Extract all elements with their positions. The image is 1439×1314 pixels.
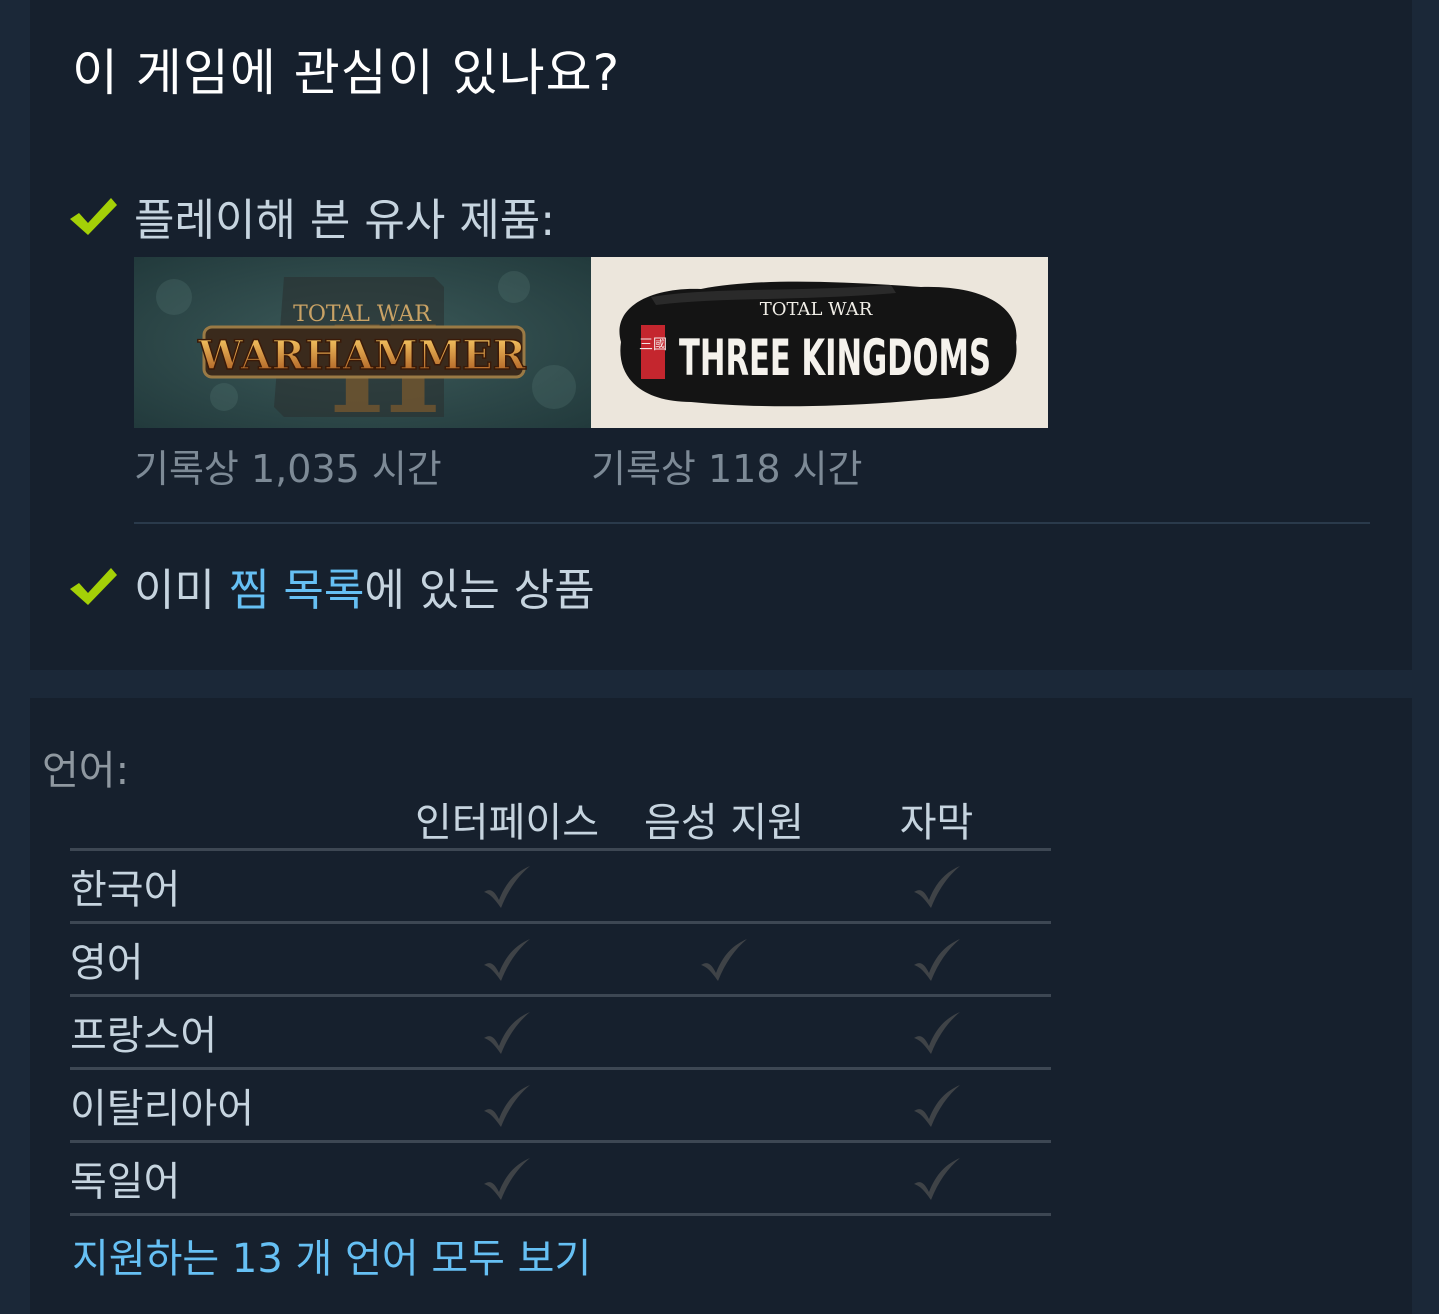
subtitles-support-cell (822, 995, 1051, 1070)
languages-table-body: 한국어 영어 프랑스어 이탈리아어 독일어 (70, 849, 1051, 1216)
check-mark-icon (484, 1158, 530, 1200)
languages-header-row: 인터페이스 음성 지원 자막 (70, 790, 1051, 851)
audio-support-cell (626, 1068, 822, 1143)
similar-played-label: 플레이해 본 유사 제품: (134, 195, 556, 246)
check-mark-icon (701, 939, 747, 981)
wishlist-link[interactable]: 찜 목록 (229, 565, 364, 616)
warhammer-capsule-image[interactable]: II TOTAL WAR WARHAMMER (134, 257, 591, 428)
similar-games-list: II TOTAL WAR WARHAMMER 기록상 1,035 시간 三國 T… (134, 257, 1048, 493)
wishlist-row: 이미 찜 목록에 있는 상품 (66, 556, 595, 616)
subtitles-support-cell (822, 849, 1051, 924)
wishlist-label: 이미 찜 목록에 있는 상품 (134, 554, 595, 618)
language-name: 영어 (70, 922, 388, 997)
audio-support-cell (626, 922, 822, 997)
check-mark-icon (913, 939, 960, 981)
interest-panel: 이 게임에 관심이 있나요? 플레이해 본 유사 제품: TOTAL WAR W… (30, 0, 1412, 670)
header-subtitles: 자막 (822, 790, 1051, 851)
three-kingdoms-logo-small: TOTAL WAR (760, 299, 873, 320)
check-mark-icon (913, 866, 960, 908)
three-kingdoms-capsule-image[interactable]: 三國 TOTAL WAR THREE KINGDOMS (591, 257, 1048, 428)
section-divider (134, 522, 1370, 524)
languages-table: 인터페이스 음성 지원 자막 한국어 영어 프랑스어 이탈리아어 독일어 (70, 790, 1051, 1216)
check-mark-icon (913, 1158, 960, 1200)
language-name: 한국어 (70, 849, 388, 924)
warhammer-logo-main: WARHAMMER (197, 332, 527, 379)
header-interface: 인터페이스 (388, 790, 626, 851)
three-kingdoms-logo-main: THREE KINGDOMS (679, 329, 991, 387)
check-mark-icon (913, 1085, 960, 1127)
interface-support-cell (388, 922, 626, 997)
interface-support-cell (388, 1141, 626, 1216)
language-name: 독일어 (70, 1141, 388, 1216)
check-mark-icon (913, 1012, 960, 1054)
language-name: 프랑스어 (70, 995, 388, 1070)
subtitles-support-cell (822, 922, 1051, 997)
show-all-languages-link[interactable]: 지원하는 13 개 언어 모두 보기 (72, 1226, 591, 1284)
three-kingdoms-hours: 기록상 118 시간 (591, 447, 863, 491)
table-row: 독일어 (70, 1141, 1051, 1216)
check-mark-icon (484, 1085, 530, 1127)
subtitles-support-cell (822, 1141, 1051, 1216)
interface-support-cell (388, 1068, 626, 1143)
audio-support-cell (626, 995, 822, 1070)
audio-support-cell (626, 1141, 822, 1216)
game-warhammer[interactable]: II TOTAL WAR WARHAMMER 기록상 1,035 시간 (134, 257, 591, 493)
table-row: 영어 (70, 922, 1051, 997)
language-name: 이탈리아어 (70, 1068, 388, 1143)
interest-title: 이 게임에 관심이 있나요? (72, 44, 621, 102)
interface-support-cell (388, 995, 626, 1070)
wishlist-suffix: 에 있는 상품 (364, 565, 595, 616)
check-mark-icon (484, 939, 530, 981)
warhammer-hours: 기록상 1,035 시간 (134, 447, 442, 491)
wishlist-prefix: 이미 (134, 565, 229, 616)
seal-text: 三國 (639, 337, 667, 353)
languages-heading: 언어: (42, 748, 130, 794)
interface-support-cell (388, 849, 626, 924)
green-check-icon (70, 568, 117, 605)
audio-support-cell (626, 849, 822, 924)
warhammer-logo-small: TOTAL WAR (293, 302, 432, 327)
header-language (70, 790, 388, 851)
table-row: 프랑스어 (70, 995, 1051, 1070)
check-mark-icon (484, 1012, 530, 1054)
table-row: 이탈리아어 (70, 1068, 1051, 1143)
header-audio: 음성 지원 (626, 790, 822, 851)
similar-played-row: 플레이해 본 유사 제품: (66, 186, 555, 246)
game-three-kingdoms[interactable]: 三國 TOTAL WAR THREE KINGDOMS 기록상 118 시간 (591, 257, 1048, 493)
table-row: 한국어 (70, 849, 1051, 924)
green-check-icon (70, 198, 117, 235)
check-mark-icon (484, 866, 530, 908)
subtitles-support-cell (822, 1068, 1051, 1143)
